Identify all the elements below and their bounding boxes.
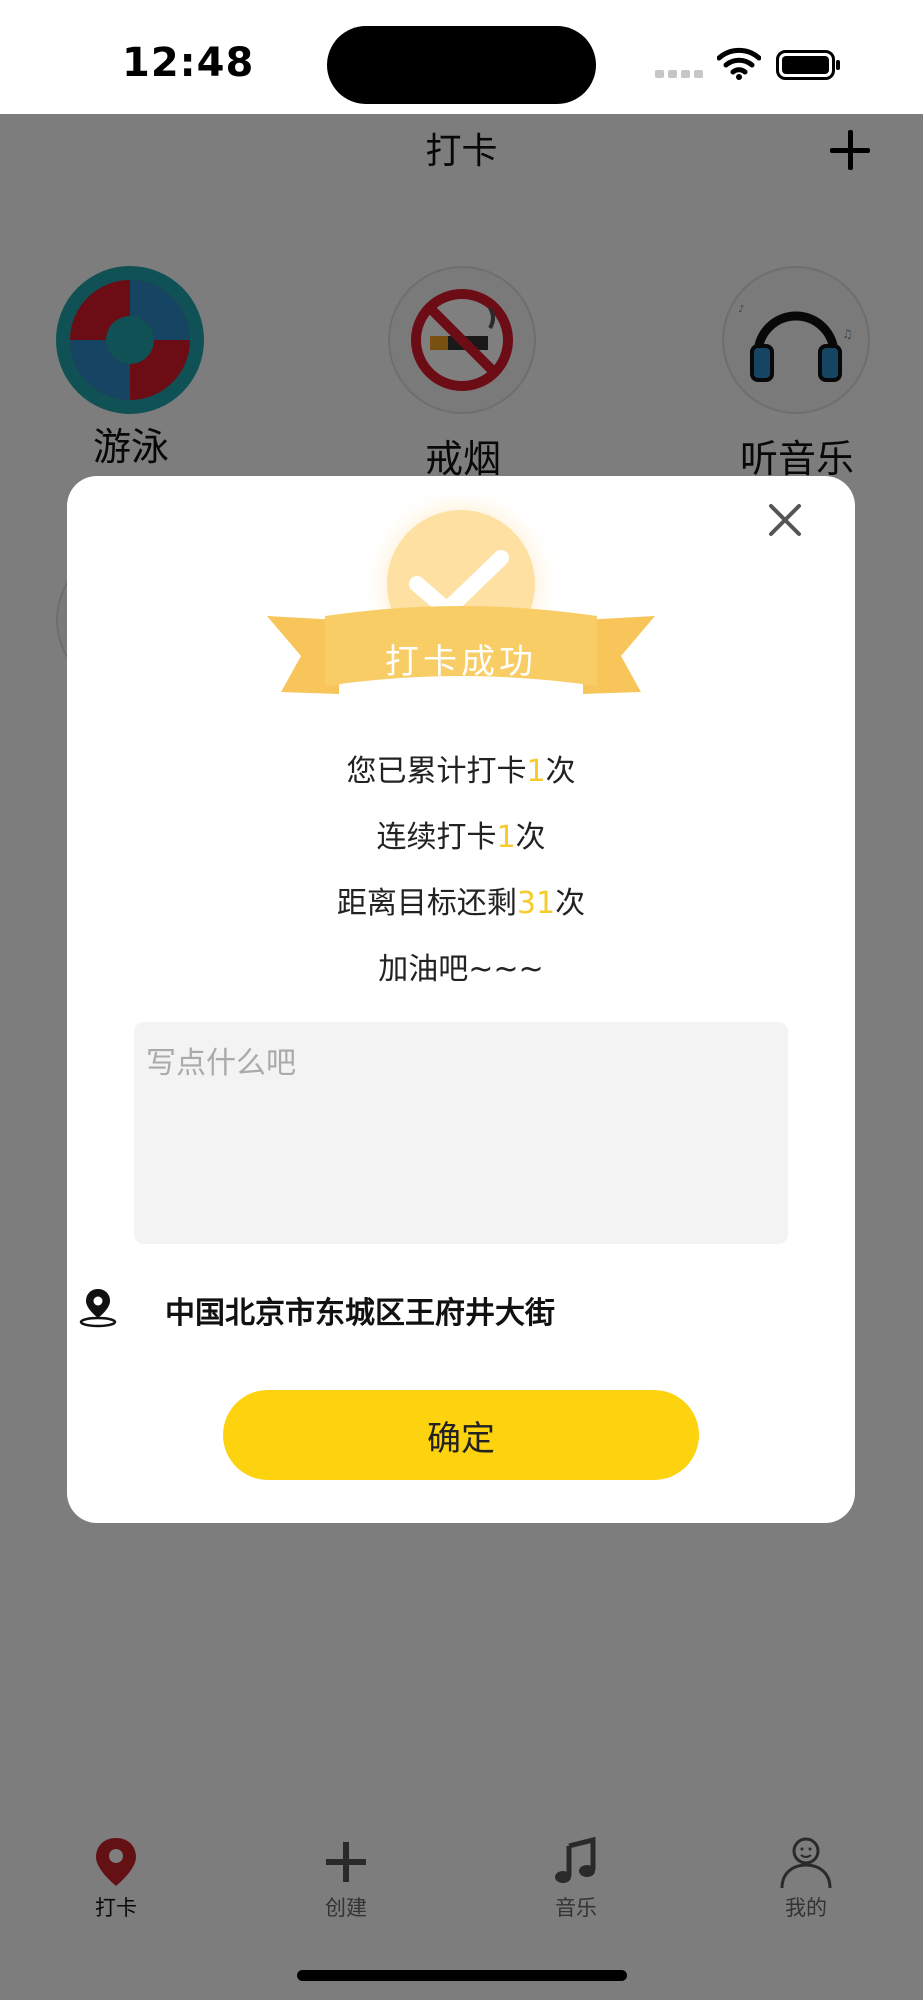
total-count: 1: [526, 754, 546, 789]
checkmark-ribbon-icon: [267, 484, 655, 694]
wifi-icon: [717, 47, 761, 80]
total-suffix: 次: [545, 754, 576, 789]
success-badge: 打卡成功: [265, 484, 657, 716]
remaining-prefix: 距离目标还剩: [336, 886, 517, 921]
location-pin-icon: [79, 1289, 117, 1328]
total-checkins-text: 您已累计打卡1次: [67, 746, 855, 790]
streak-suffix: 次: [515, 820, 546, 855]
remaining-suffix: 次: [555, 886, 586, 921]
total-prefix: 您已累计打卡: [346, 754, 527, 789]
cellular-signal-icon: [655, 70, 705, 78]
confirm-button[interactable]: 确定: [223, 1390, 699, 1480]
battery-icon: [776, 50, 840, 80]
checkin-success-dialog: 打卡成功 您已累计打卡1次 连续打卡1次 距离目标还剩31次 加油吧~~~ 中国…: [67, 476, 855, 1523]
remaining-text: 距离目标还剩31次: [67, 878, 855, 922]
streak-count: 1: [496, 820, 516, 855]
encourage-text: 加油吧~~~: [378, 952, 544, 987]
remaining-count: 31: [516, 886, 556, 921]
note-input[interactable]: [134, 1022, 788, 1244]
streak-prefix: 连续打卡: [376, 820, 497, 855]
close-button[interactable]: [763, 498, 807, 542]
location-text: 中国北京市东城区王府井大街: [165, 1296, 555, 1331]
status-time: 12:48: [122, 40, 255, 86]
location-row[interactable]: 中国北京市东城区王府井大街: [77, 1286, 837, 1334]
dynamic-island: [327, 26, 596, 104]
status-bar: 12:48: [0, 0, 923, 114]
badge-text: 打卡成功: [385, 642, 537, 682]
streak-text: 连续打卡1次: [67, 812, 855, 856]
